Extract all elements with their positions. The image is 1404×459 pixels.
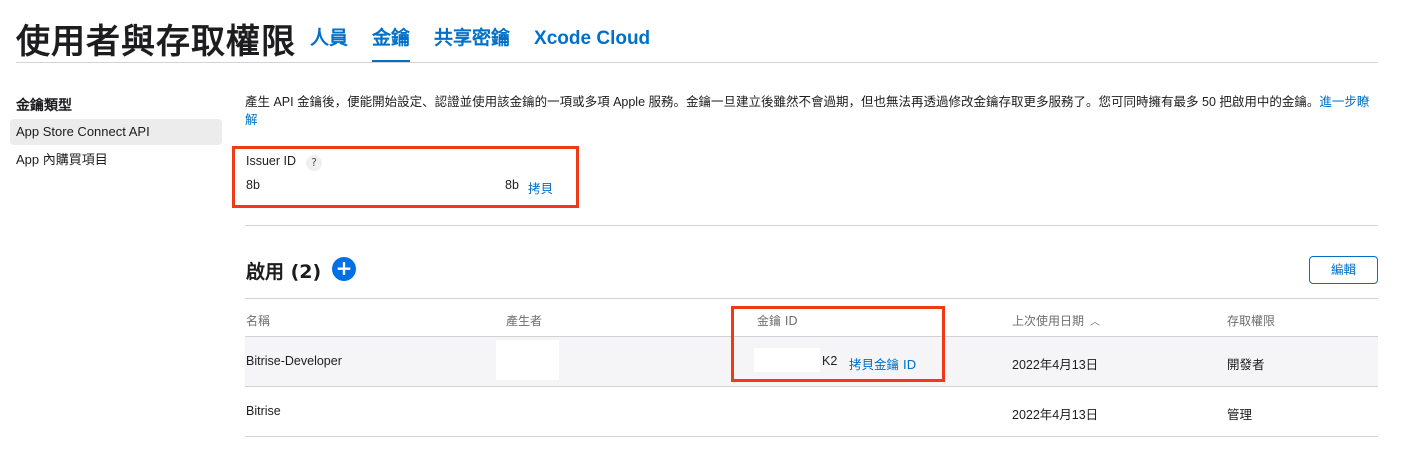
- sidebar-heading: 金鑰類型: [16, 98, 72, 114]
- column-header-access: 存取權限: [1227, 314, 1276, 328]
- column-header-name: 名稱: [246, 314, 271, 328]
- last-used-cell: 2022年4月13日: [1012, 358, 1099, 372]
- table-bottom-divider: [245, 436, 1378, 437]
- issuer-id-value-end: 8b: [505, 178, 519, 192]
- header-divider: [16, 62, 1378, 63]
- tab-shared-secret[interactable]: 共享密鑰: [434, 26, 510, 62]
- access-cell: 開發者: [1227, 358, 1265, 372]
- sort-ascending-icon[interactable]: ︿: [1090, 313, 1100, 328]
- tab-xcode-cloud[interactable]: Xcode Cloud: [534, 26, 650, 62]
- active-keys-heading: 啟用 (2): [246, 261, 322, 283]
- help-icon[interactable]: ?: [306, 155, 322, 171]
- intro-paragraph: 產生 API 金鑰後，便能開始設定、認證並使用該金鑰的一項或多項 Apple 服…: [245, 93, 1380, 129]
- annotation-box-key-id: [731, 306, 945, 382]
- redacted-creator: [496, 340, 559, 380]
- page-title: 使用者與存取權限: [16, 22, 296, 62]
- intro-text: 產生 API 金鑰後，便能開始設定、認證並使用該金鑰的一項或多項 Apple 服…: [245, 95, 1320, 109]
- key-name-cell: Bitrise: [246, 404, 281, 418]
- last-used-cell: 2022年4月13日: [1012, 408, 1099, 422]
- tab-keys[interactable]: 金鑰: [372, 26, 411, 63]
- column-header-last-used[interactable]: 上次使用日期 ︿: [1012, 312, 1100, 329]
- sidebar-item-in-app-purchase[interactable]: App 內購買項目: [10, 147, 222, 173]
- column-header-creator: 產生者: [506, 314, 543, 328]
- key-name-cell: Bitrise-Developer: [246, 354, 342, 368]
- add-key-button[interactable]: +: [332, 257, 356, 281]
- issuer-id-value-start: 8b: [246, 178, 260, 192]
- edit-button[interactable]: 編輯: [1309, 256, 1378, 284]
- table-top-divider: [245, 298, 1378, 299]
- sidebar-item-app-store-connect-api[interactable]: App Store Connect API: [10, 119, 222, 145]
- top-tabs: 人員 金鑰 共享密鑰 Xcode Cloud: [310, 26, 650, 63]
- access-cell: 管理: [1227, 408, 1253, 422]
- copy-issuer-id-link[interactable]: 拷貝: [528, 178, 553, 197]
- section-divider: [245, 225, 1378, 226]
- tab-people[interactable]: 人員: [310, 26, 348, 62]
- column-header-last-used-label: 上次使用日期: [1012, 314, 1085, 328]
- issuer-id-label: Issuer ID: [246, 154, 297, 168]
- row-divider: [245, 386, 1378, 387]
